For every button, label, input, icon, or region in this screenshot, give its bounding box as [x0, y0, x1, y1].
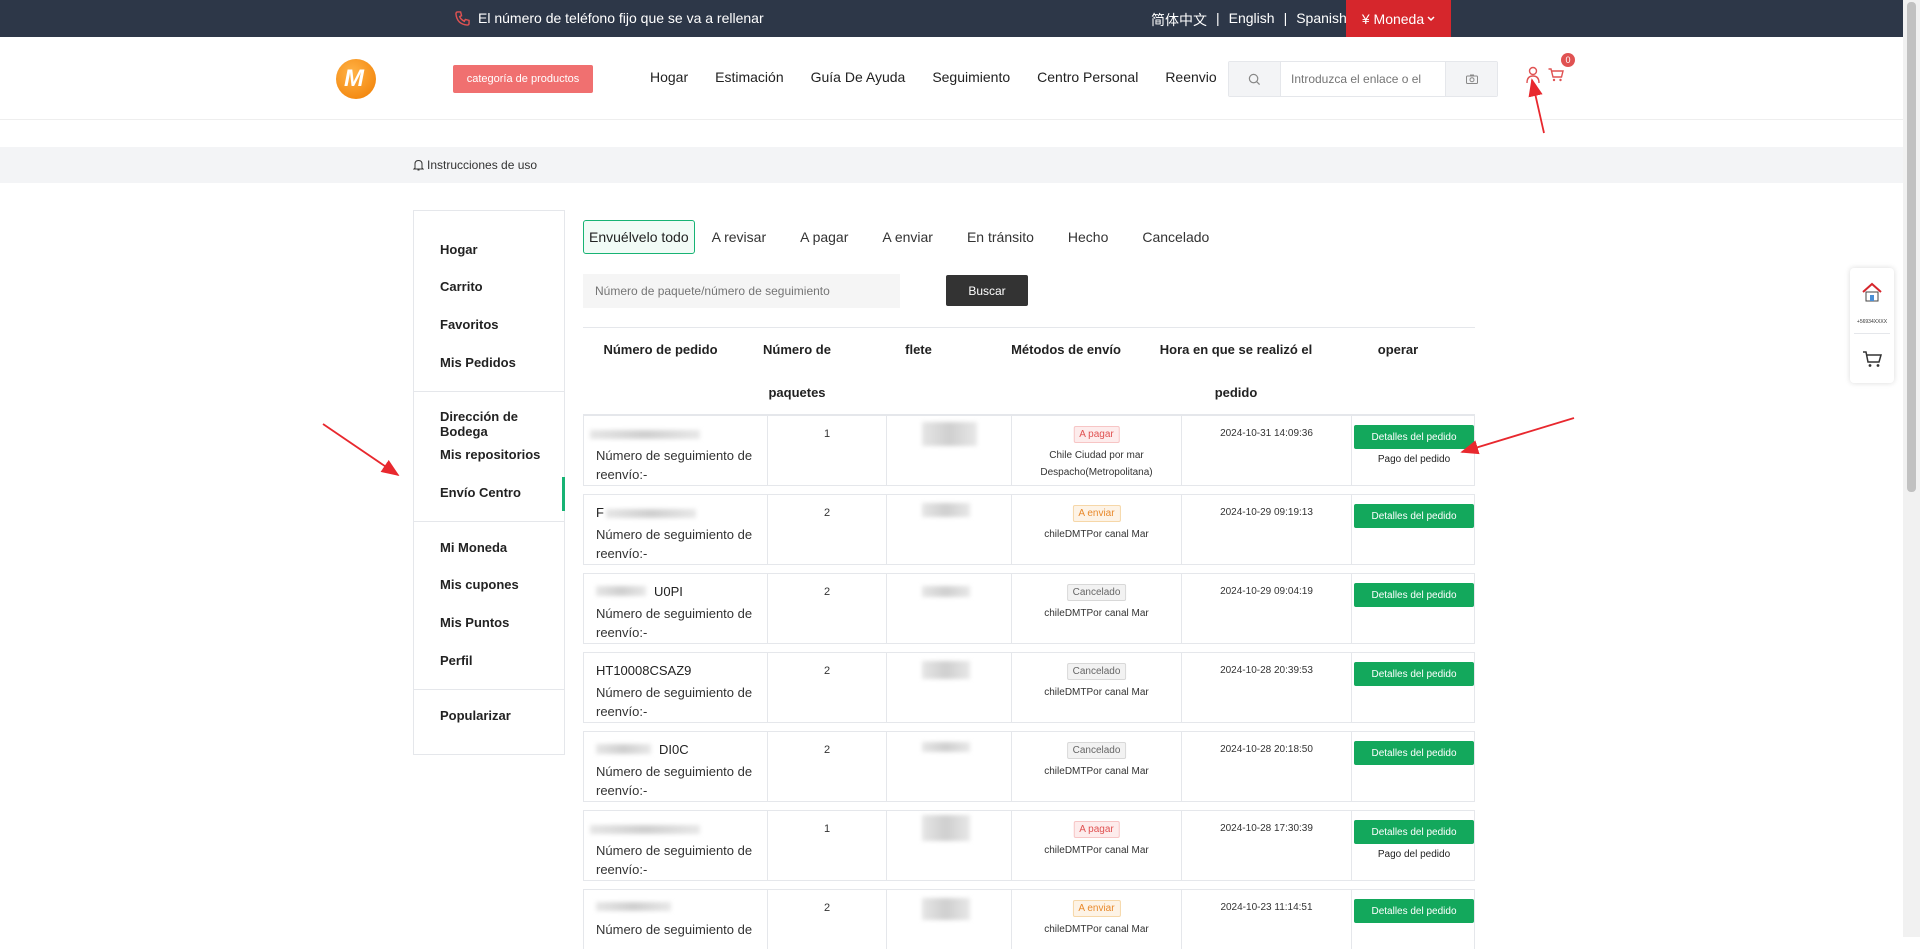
- annotation-arrows: [322, 78, 1575, 477]
- page-scrollbar[interactable]: [1903, 0, 1920, 937]
